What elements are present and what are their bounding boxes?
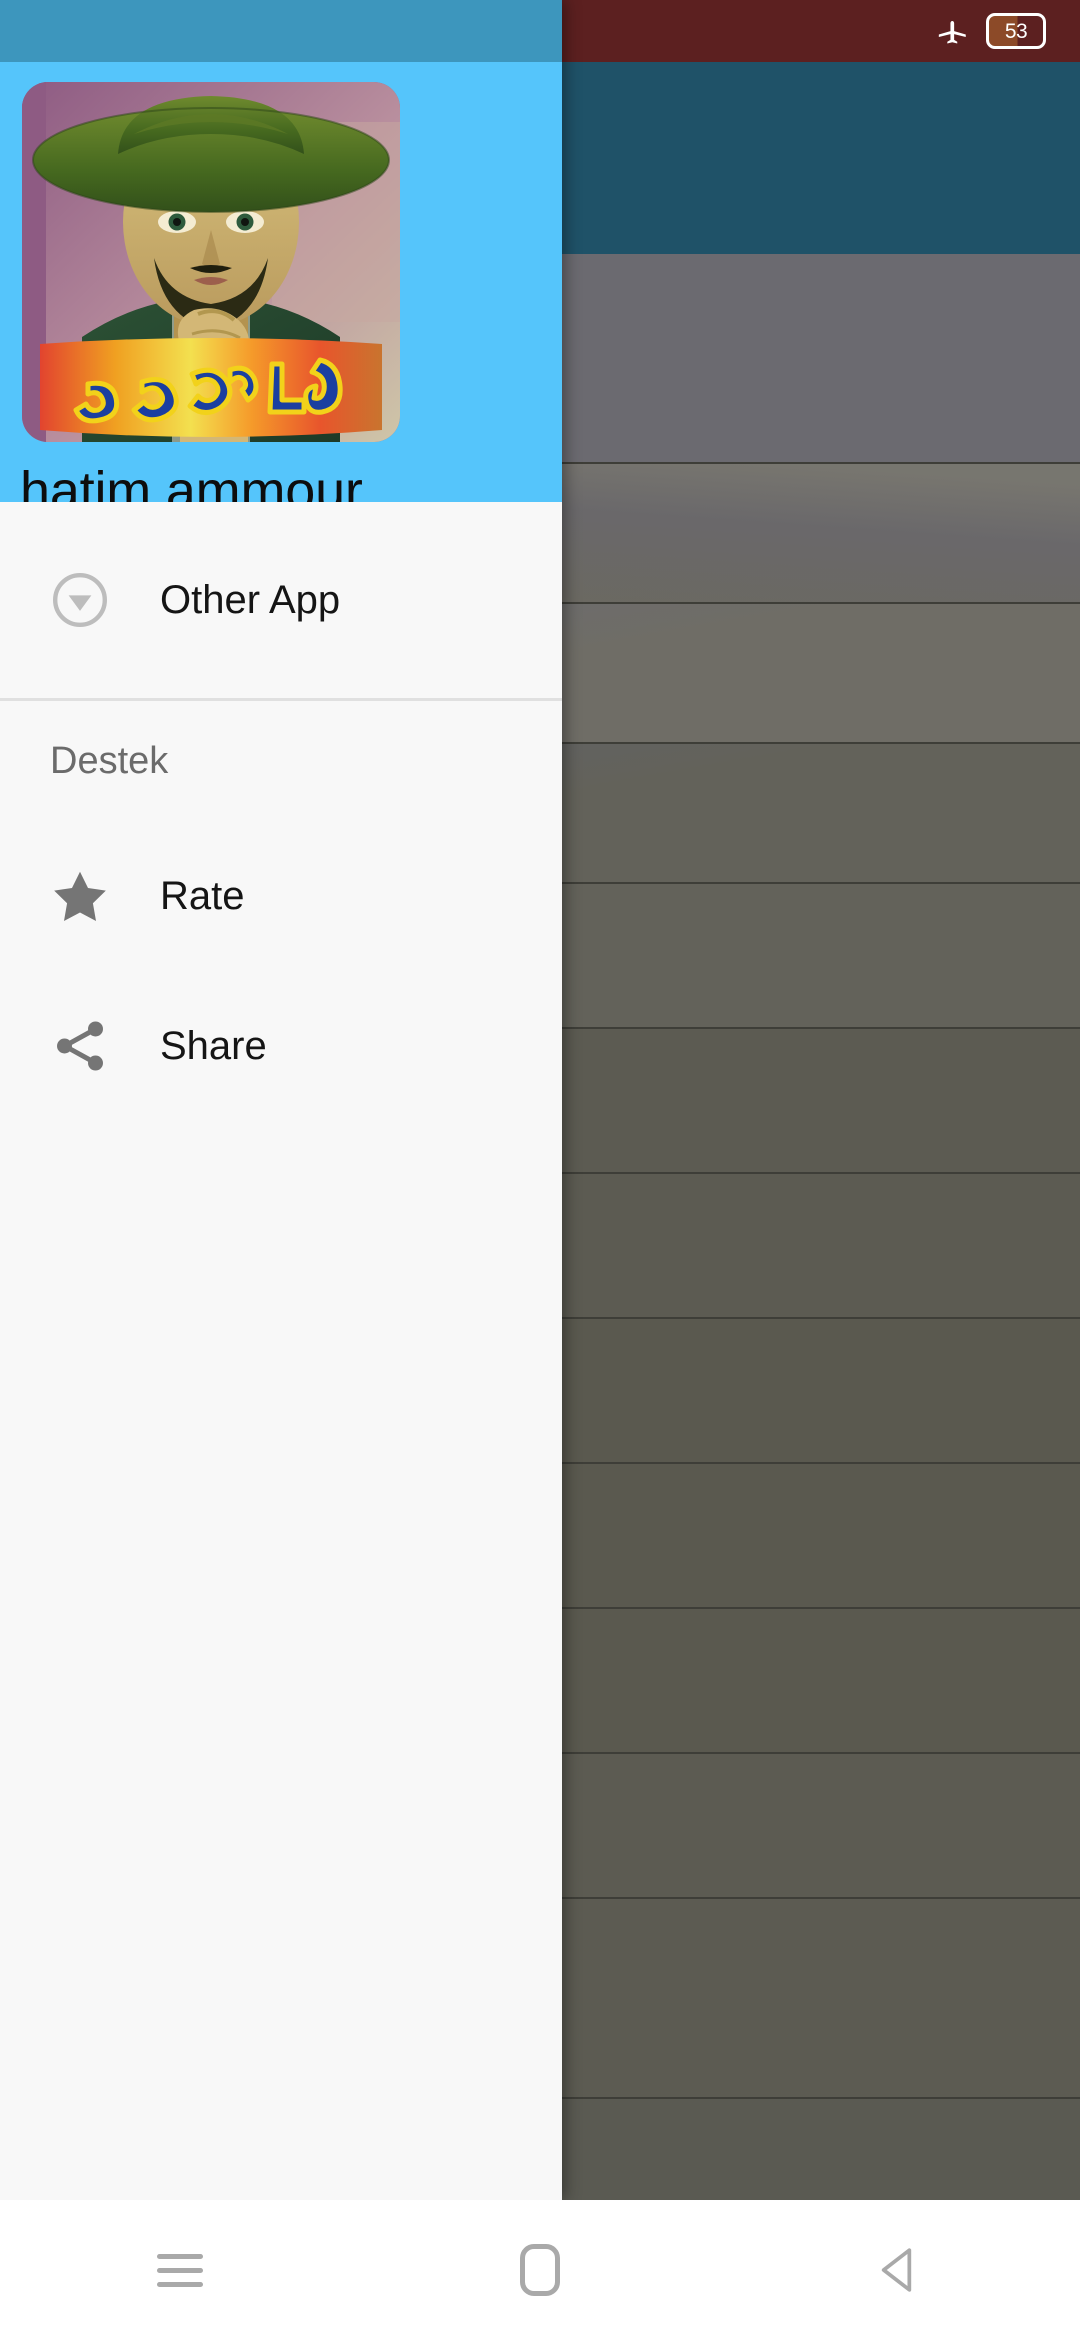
share-icon — [0, 1015, 160, 1077]
star-icon — [0, 865, 160, 927]
drawer-header: hatim ammour — [0, 62, 562, 521]
menu-item-label: Rate — [160, 873, 245, 918]
status-bar-icons: 53 — [936, 0, 1080, 62]
drawer-menu-list: Other App Destek Rate Share — [0, 502, 562, 2200]
home-button[interactable] — [360, 2200, 720, 2340]
back-button[interactable] — [720, 2200, 1080, 2340]
airplane-mode-icon — [938, 20, 966, 44]
home-icon — [520, 2244, 560, 2296]
navigation-drawer: hatim ammour Other App Destek Rate Share — [0, 0, 562, 2200]
battery-indicator: 53 — [986, 13, 1046, 49]
menu-item-rate[interactable]: Rate — [0, 821, 562, 971]
menu-section-header-destek: Destek — [0, 701, 562, 821]
battery-percent-label: 53 — [1004, 19, 1028, 43]
menu-item-label: Other App — [160, 577, 341, 622]
recents-button[interactable] — [0, 2200, 360, 2340]
system-navigation-bar — [0, 2200, 1080, 2340]
menu-item-other-app[interactable]: Other App — [0, 502, 562, 698]
recents-icon — [157, 2245, 203, 2296]
app-profile-image — [22, 82, 400, 442]
menu-item-label: Share — [160, 1023, 267, 1068]
back-icon — [881, 2248, 912, 2292]
section-title-label: Destek — [50, 739, 169, 782]
download-circle-icon — [0, 569, 160, 631]
drawer-status-bar-strip — [0, 0, 562, 62]
menu-item-share[interactable]: Share — [0, 971, 562, 1121]
